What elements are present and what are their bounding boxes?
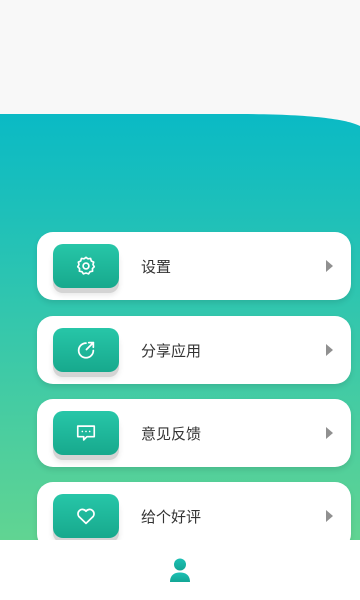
settings-icon-button — [53, 244, 119, 288]
feedback-icon — [76, 425, 96, 441]
feedback-icon-button — [53, 411, 119, 455]
chevron-right-icon — [326, 260, 333, 272]
heart-icon — [77, 508, 95, 525]
bottom-navigation — [0, 540, 360, 600]
menu-item-feedback[interactable]: 意见反馈 — [37, 399, 351, 467]
menu-item-settings[interactable]: 设置 — [37, 232, 351, 300]
menu-item-label: 分享应用 — [141, 341, 202, 360]
menu-item-share-app[interactable]: 分享应用 — [37, 316, 351, 384]
chevron-right-icon — [326, 344, 333, 356]
share-icon-button — [53, 328, 119, 372]
menu-item-label: 给个好评 — [141, 507, 202, 526]
rate-icon-button — [53, 494, 119, 538]
menu-item-label: 意见反馈 — [141, 424, 202, 443]
gear-icon — [76, 256, 96, 275]
user-icon[interactable] — [169, 557, 191, 583]
chevron-right-icon — [326, 510, 333, 522]
chevron-right-icon — [326, 427, 333, 439]
share-icon — [77, 341, 95, 359]
menu-item-label: 设置 — [141, 257, 172, 276]
